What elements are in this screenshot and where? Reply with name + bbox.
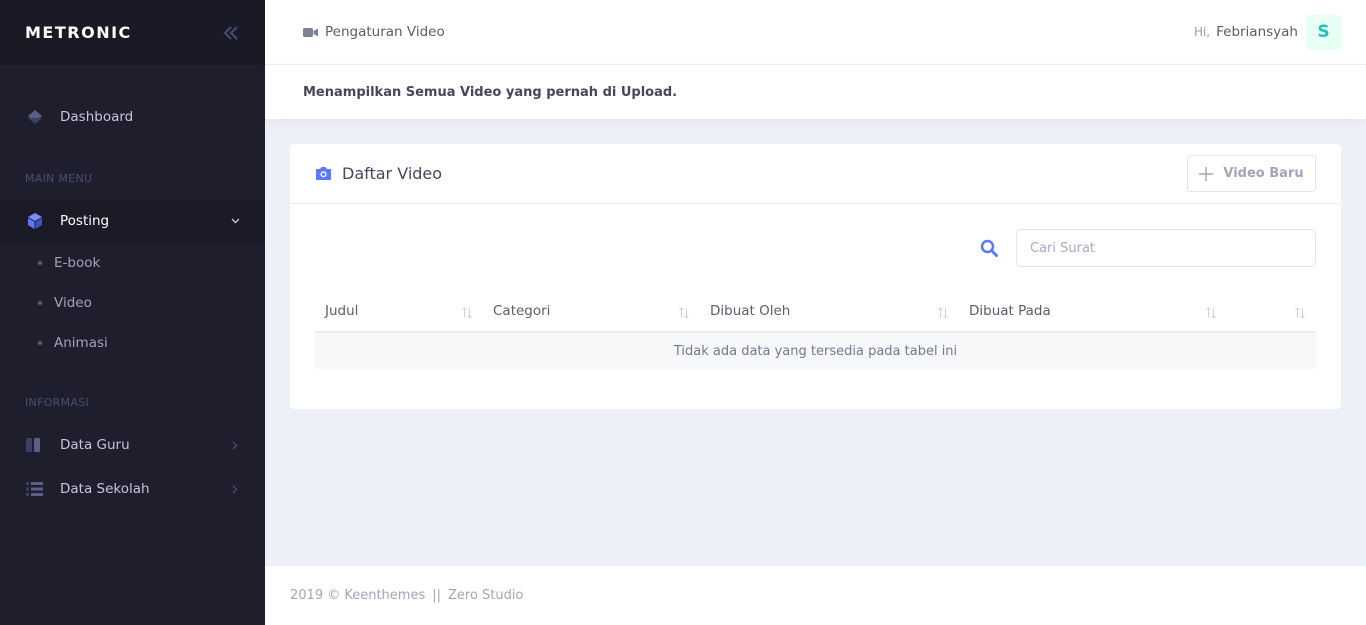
brand-logo[interactable]: METRONIC [25,23,132,42]
column-header-judul[interactable]: Judul [315,290,483,333]
sidebar-item-data-sekolah[interactable]: Data Sekolah [0,467,265,511]
brand-bar: METRONIC [0,0,265,65]
footer-studio-link[interactable]: Zero Studio [448,588,523,603]
plus-icon [1199,166,1214,181]
layers-icon [25,107,45,127]
sidebar-item-dashboard[interactable]: Dashboard [0,95,265,139]
add-video-button-label: Video Baru [1223,166,1304,181]
add-video-button[interactable]: Video Baru [1187,155,1316,192]
sidebar-item-data-guru[interactable]: Data Guru [0,423,265,467]
video-camera-icon [303,27,318,38]
column-header-actions[interactable] [1227,290,1316,333]
sort-icon[interactable] [678,306,690,319]
column-header-categori[interactable]: Categori [483,290,700,333]
submenu-item-label: Video [54,295,92,311]
table-row-empty: Tidak ada data yang tersedia pada tabel … [315,332,1316,369]
sort-icon[interactable] [461,306,473,319]
table-header-row: Judul Categori Dibuat Oleh Dibuat Pada [315,290,1316,333]
book-icon [25,435,45,455]
empty-table-message: Tidak ada data yang tersedia pada tabel … [315,332,1316,369]
footer-separator: || [432,588,441,603]
search-icon[interactable] [980,239,998,257]
submenu-item-ebook[interactable]: E-book [0,248,265,278]
bullet-icon [38,261,42,265]
sort-icon[interactable] [1205,306,1217,319]
submenu-item-animasi[interactable]: Animasi [0,328,265,358]
subheader-text: Menampilkan Semua Video yang pernah di U… [303,84,678,100]
list-icon [25,479,45,499]
card-title: Daftar Video [342,164,443,183]
subheader: Menampilkan Semua Video yang pernah di U… [265,65,1366,119]
section-title-main-menu: MAIN MENU [25,172,93,185]
box-icon [25,211,45,231]
footer: 2019 © Keenthemes || Zero Studio [265,566,1366,625]
avatar[interactable]: S [1306,14,1341,50]
header: Pengaturan Video Hi, Febriansyah S [265,0,1366,65]
column-header-label: Judul [325,302,359,319]
submenu-item-label: Animasi [54,335,108,351]
chevron-right-icon [230,484,240,494]
submenu-item-video[interactable]: Video [0,288,265,318]
column-header-dibuat-pada[interactable]: Dibuat Pada [959,290,1227,333]
camera-icon [315,166,332,181]
user-menu[interactable]: Hi, Febriansyah S [1193,14,1341,50]
footer-copyright: 2019 © Keenthemes [290,588,426,603]
page-title: Pengaturan Video [325,24,445,40]
sidebar-item-label: Dashboard [60,109,134,125]
bullet-icon [38,341,42,345]
sidebar-item-posting[interactable]: Posting [0,199,265,243]
video-table: Judul Categori Dibuat Oleh Dibuat Pada T… [315,290,1316,369]
sidebar-item-label: Data Sekolah [60,481,150,497]
video-list-card: Daftar Video Video Baru Judul C [290,144,1341,409]
search-bar [980,229,1316,267]
sidebar-item-label: Data Guru [60,437,130,453]
greeting-text: Hi, [1193,25,1211,39]
username: Febriansyah [1216,24,1298,40]
header-title: Pengaturan Video [303,24,445,40]
section-title-informasi: INFORMASI [25,396,90,409]
chevron-right-icon [230,440,240,450]
sidebar: METRONIC Dashboard MAIN MENU Posting E-b… [0,0,265,625]
column-header-label: Dibuat Pada [969,302,1051,319]
sort-icon[interactable] [1294,306,1306,319]
search-input[interactable] [1016,229,1316,267]
sidebar-collapse-icon[interactable] [222,24,240,42]
column-header-label: Dibuat Oleh [710,302,791,319]
sidebar-item-label: Posting [60,213,110,229]
card-header: Daftar Video Video Baru [290,144,1341,204]
submenu-item-label: E-book [54,255,101,271]
bullet-icon [38,301,42,305]
column-header-dibuat-oleh[interactable]: Dibuat Oleh [700,290,959,333]
sort-icon[interactable] [937,306,949,319]
column-header-label: Categori [493,302,551,319]
chevron-down-icon [230,216,240,226]
